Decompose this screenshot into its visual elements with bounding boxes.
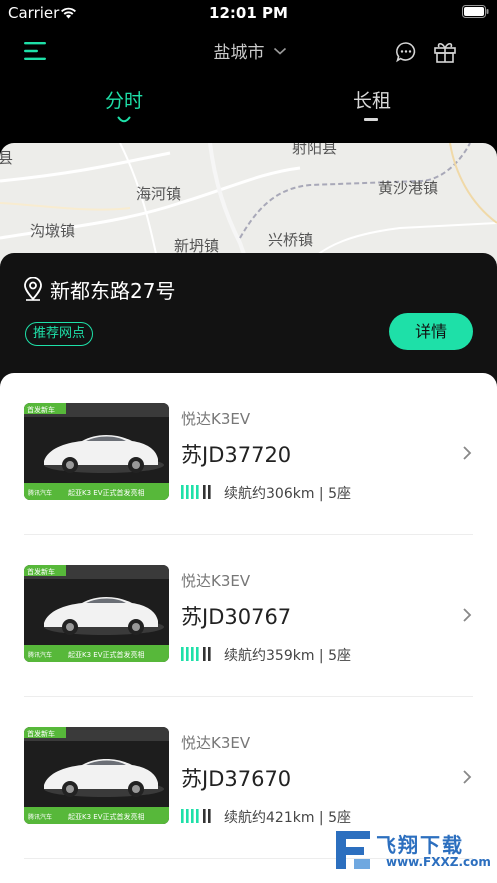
station-panel: 新都东路27号 推荐网点 详情 bbox=[0, 253, 497, 393]
chevron-right-icon bbox=[463, 446, 472, 460]
chevron-right-icon bbox=[463, 770, 472, 784]
car-list: 首发新车 腾讯汽车 起亚K3 EV正式首发亮相 悦达K3EV 苏JD37720 … bbox=[0, 373, 497, 883]
car-model: 悦达K3EV bbox=[181, 572, 251, 590]
site-watermark: 飞翔下载 www.FXXZ.com bbox=[330, 825, 491, 875]
photo-top-label: 首发新车 bbox=[27, 405, 55, 414]
battery-level-icon bbox=[181, 809, 211, 823]
gift-icon[interactable] bbox=[433, 40, 457, 64]
car-photo: 首发新车 腾讯汽车 起亚K3 EV正式首发亮相 bbox=[24, 727, 169, 824]
chevron-down-icon bbox=[273, 47, 286, 55]
map-label: 海河镇 bbox=[136, 185, 182, 203]
tab-time-share[interactable]: 分时 bbox=[64, 86, 184, 113]
chat-icon[interactable] bbox=[395, 41, 417, 63]
inactive-tab-indicator bbox=[364, 118, 378, 121]
station-detail-button[interactable]: 详情 bbox=[389, 313, 473, 350]
watermark-logo-icon bbox=[336, 831, 370, 869]
nav-bar: 盐城市 bbox=[0, 28, 497, 76]
photo-banner-label: 起亚K3 EV正式首发亮相 bbox=[68, 650, 144, 659]
photo-top-label: 首发新车 bbox=[27, 567, 55, 576]
menu-icon[interactable] bbox=[24, 41, 48, 61]
watermark-url: www.FXXZ.com bbox=[386, 855, 491, 869]
car-plate: 苏JD30767 bbox=[181, 605, 292, 629]
car-model: 悦达K3EV bbox=[181, 734, 251, 752]
battery-level-icon bbox=[181, 485, 211, 499]
rental-mode-tabs: 分时 长租 bbox=[0, 80, 497, 130]
photo-brand-label: 腾讯汽车 bbox=[28, 651, 52, 659]
status-time: 12:01 PM bbox=[209, 4, 288, 22]
photo-top-label: 首发新车 bbox=[27, 729, 55, 738]
map-label: 射阳县 bbox=[292, 143, 338, 157]
map-label: 黄沙港镇 bbox=[378, 179, 439, 197]
car-photo: 首发新车 腾讯汽车 起亚K3 EV正式首发亮相 bbox=[24, 403, 169, 500]
photo-brand-label: 腾讯汽车 bbox=[28, 489, 52, 497]
city-label: 盐城市 bbox=[213, 43, 265, 63]
car-model: 悦达K3EV bbox=[181, 410, 251, 428]
tab-long-term-rental[interactable]: 长租 bbox=[312, 86, 432, 113]
photo-banner-label: 起亚K3 EV正式首发亮相 bbox=[68, 812, 144, 821]
car-range: 续航约421km | 5座 bbox=[224, 810, 351, 826]
map-label: 沟墩镇 bbox=[30, 222, 76, 240]
car-range: 续航约306km | 5座 bbox=[224, 486, 351, 502]
photo-brand-label: 腾讯汽车 bbox=[28, 813, 52, 821]
status-bar: Carrier 12:01 PM bbox=[0, 0, 497, 28]
active-tab-indicator bbox=[117, 116, 131, 123]
photo-banner-label: 起亚K3 EV正式首发亮相 bbox=[68, 488, 144, 497]
location-pin-icon bbox=[24, 277, 42, 301]
chevron-right-icon bbox=[463, 608, 472, 622]
car-range: 续航约359km | 5座 bbox=[224, 648, 351, 664]
recommended-station-badge: 推荐网点 bbox=[25, 322, 94, 346]
map-label: 兴桥镇 bbox=[268, 231, 314, 249]
car-list-item[interactable]: 首发新车 腾讯汽车 起亚K3 EV正式首发亮相 悦达K3EV 苏JD30767 … bbox=[0, 535, 497, 697]
car-list-item[interactable]: 首发新车 腾讯汽车 起亚K3 EV正式首发亮相 悦达K3EV 苏JD37720 … bbox=[0, 373, 497, 535]
battery-level-icon bbox=[181, 647, 211, 661]
car-plate: 苏JD37670 bbox=[181, 767, 292, 791]
car-photo: 首发新车 腾讯汽车 起亚K3 EV正式首发亮相 bbox=[24, 565, 169, 662]
battery-icon bbox=[462, 5, 489, 18]
car-plate: 苏JD37720 bbox=[181, 443, 292, 467]
map-label: 县 bbox=[0, 149, 14, 167]
watermark-logo-text: 飞翔下载 bbox=[376, 833, 464, 857]
city-selector[interactable]: 盐城市 bbox=[190, 38, 310, 66]
station-name: 新都东路27号 bbox=[50, 279, 176, 303]
